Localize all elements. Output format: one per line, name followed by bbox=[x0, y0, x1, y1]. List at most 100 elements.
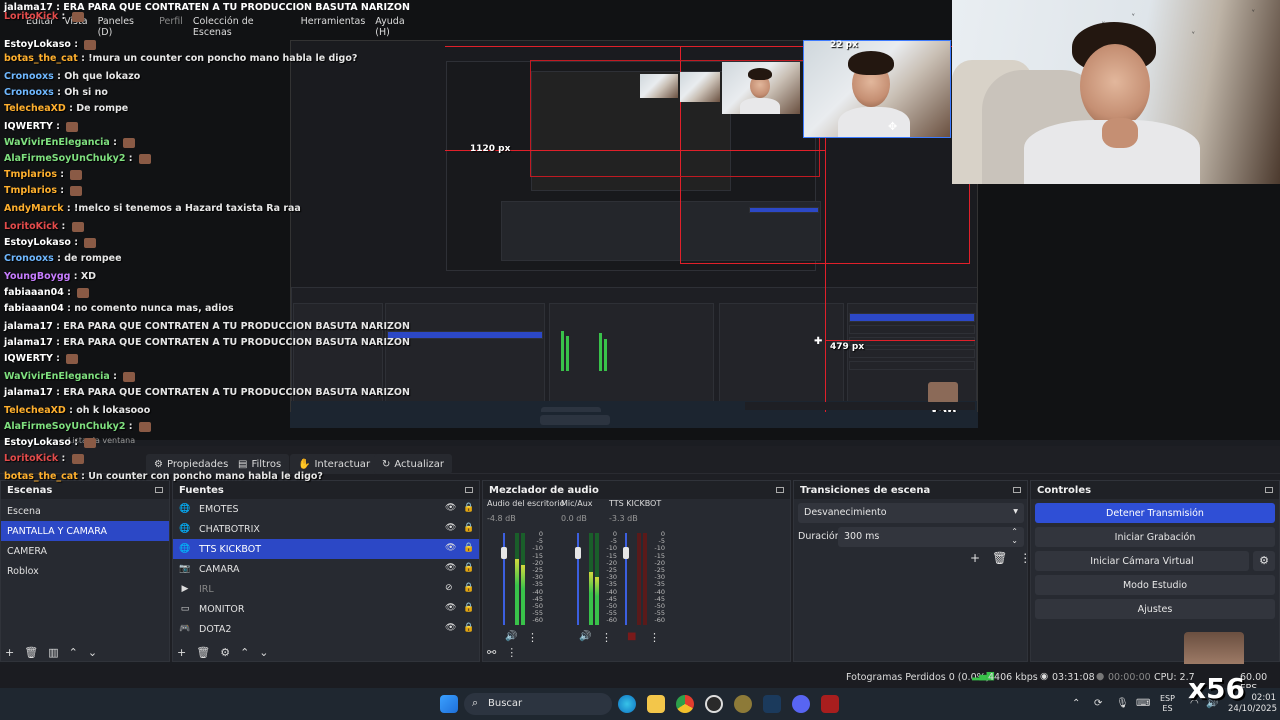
chat-message: TelecheaXD : oh k lokasooo bbox=[4, 404, 150, 418]
source-item[interactable]: 🎮 DOTA2 👁 🔒 bbox=[173, 619, 479, 639]
chat-separator: : bbox=[70, 271, 81, 282]
emote-icon bbox=[138, 153, 151, 164]
lock-icon[interactable]: 🔒 bbox=[463, 623, 474, 633]
chat-text: ERA PARA QUE CONTRATEN A TU PRODUCCION B… bbox=[63, 387, 410, 398]
start-recording-button[interactable]: Iniciar Grabación bbox=[1035, 527, 1275, 547]
chat-separator: : bbox=[52, 353, 64, 364]
source-item[interactable]: ▭ MONITOR 👁 🔒 bbox=[173, 599, 479, 619]
scenes-list: Escena PANTALLA Y CAMARA CAMERA Roblox bbox=[1, 499, 169, 581]
lock-icon[interactable]: 🔒 bbox=[463, 503, 474, 513]
volume-icon[interactable]: 🔊 bbox=[579, 631, 591, 642]
filter-icon[interactable]: ▥ bbox=[48, 646, 58, 659]
fader-knob[interactable] bbox=[575, 547, 581, 559]
eye-icon[interactable]: 👁 bbox=[445, 563, 456, 573]
stop-stream-button[interactable]: Detener Transmisión bbox=[1035, 503, 1275, 523]
add-icon[interactable]: + bbox=[970, 551, 980, 565]
trash-icon[interactable]: 🗑 bbox=[992, 551, 1007, 565]
dock-float-icon[interactable] bbox=[465, 487, 473, 493]
fader-knob[interactable] bbox=[501, 547, 507, 559]
camera-icon: 📷 bbox=[179, 564, 191, 574]
edge-icon[interactable] bbox=[618, 695, 636, 713]
trash-icon[interactable]: 🗑 bbox=[196, 646, 210, 659]
chevron-down-icon[interactable]: ⌄ bbox=[259, 646, 268, 659]
lock-icon[interactable]: 🔒 bbox=[463, 563, 474, 573]
chevron-up-icon[interactable]: ⌃ bbox=[69, 646, 78, 659]
chat-message: botas_the_cat : Un counter con poncho ma… bbox=[4, 470, 323, 484]
source-item[interactable]: 🌐 EMOTES 👁 🔒 bbox=[173, 499, 479, 519]
transform-cursor-icon: ✥ bbox=[888, 120, 898, 133]
eye-icon[interactable]: 👁 bbox=[445, 603, 456, 613]
bitrate: 4406 kbps bbox=[988, 672, 1038, 683]
eye-icon[interactable]: 👁 bbox=[445, 503, 456, 513]
lock-icon[interactable]: 🔒 bbox=[463, 603, 474, 613]
emote-icon bbox=[123, 371, 136, 382]
eye-icon[interactable]: 👁 bbox=[445, 623, 456, 633]
chevron-up-icon[interactable]: ⌃ bbox=[240, 646, 249, 659]
chat-username: Tmplarios bbox=[4, 169, 57, 180]
taskbar-search[interactable]: ⌕ Buscar bbox=[464, 693, 612, 715]
dock-float-icon[interactable] bbox=[1013, 487, 1021, 493]
settings-button[interactable]: Ajustes bbox=[1035, 599, 1275, 619]
eye-icon[interactable]: 👁 bbox=[445, 543, 456, 553]
chat-separator: : bbox=[63, 287, 75, 298]
more-vert-icon[interactable]: ⋮ bbox=[649, 631, 660, 644]
mixer-channel: TTS KICKBOT -3.3 dB 0 -5 -10 -15 -20 -25 -30 -35-… bbox=[609, 499, 669, 649]
duration-spinbox[interactable]: 300 ms ⌃ ⌄ bbox=[838, 527, 1024, 547]
more-vert-icon[interactable]: ⋮ bbox=[506, 646, 517, 659]
source-item[interactable]: 🌐 TTS KICKBOT 👁 🔒 bbox=[173, 539, 479, 559]
dock-float-icon[interactable] bbox=[776, 487, 784, 493]
chat-message: LoritoKick : bbox=[4, 220, 84, 234]
windows-start-icon[interactable] bbox=[440, 695, 458, 713]
webcam-selected-source[interactable] bbox=[803, 40, 951, 138]
more-vert-icon[interactable]: ⋮ bbox=[527, 631, 538, 644]
eye-icon[interactable]: 👁 bbox=[445, 523, 456, 533]
source-item[interactable]: 📷 CAMARA 👁 🔒 bbox=[173, 559, 479, 579]
dota-icon[interactable] bbox=[821, 695, 839, 713]
add-icon[interactable]: + bbox=[5, 646, 14, 659]
trash-icon[interactable]: 🗑 bbox=[24, 646, 38, 659]
obs-icon[interactable] bbox=[705, 695, 723, 713]
studio-mode-button[interactable]: Modo Estudio bbox=[1035, 575, 1275, 595]
emote-icon bbox=[70, 169, 83, 180]
lock-icon[interactable]: 🔒 bbox=[463, 583, 474, 593]
gear-icon[interactable]: ⚙ bbox=[220, 646, 230, 659]
add-icon[interactable]: + bbox=[177, 646, 186, 659]
chat-username: LoritoKick bbox=[4, 221, 59, 232]
fader-knob[interactable] bbox=[623, 547, 629, 559]
dropdown-arrow-icon: ▾ bbox=[1013, 506, 1018, 517]
gamepad-icon: 🎮 bbox=[179, 624, 191, 634]
source-item[interactable]: ▶ IRL ⊘ 🔒 bbox=[173, 579, 479, 599]
steam-icon[interactable] bbox=[763, 695, 781, 713]
scene-item[interactable]: CAMERA bbox=[1, 541, 169, 561]
lock-icon[interactable]: 🔒 bbox=[463, 543, 474, 553]
chevron-down-icon[interactable]: ⌄ bbox=[88, 646, 97, 659]
scene-item[interactable]: Escena bbox=[1, 501, 169, 521]
volume-icon[interactable]: 🔊 bbox=[505, 631, 517, 642]
menu-item-ayuda[interactable]: Ayuda (H) bbox=[375, 16, 420, 38]
sync-icon[interactable]: ⟳ bbox=[1094, 698, 1102, 709]
source-item[interactable]: 🌐 CHATBOTRIX 👁 🔒 bbox=[173, 519, 479, 539]
app-icon[interactable] bbox=[734, 695, 752, 713]
chrome-icon[interactable] bbox=[676, 695, 694, 713]
scene-item[interactable]: Roblox bbox=[1, 561, 169, 581]
transition-select[interactable]: Desvanecimiento ▾ bbox=[798, 503, 1024, 523]
chat-username: botas_the_cat bbox=[4, 471, 78, 482]
dock-float-icon[interactable] bbox=[1265, 487, 1273, 493]
scene-item[interactable]: PANTALLA Y CAMARA bbox=[1, 521, 169, 541]
language-indicator[interactable]: ESP ES bbox=[1160, 694, 1175, 714]
advanced-audio-icon[interactable]: ⚯ bbox=[487, 646, 496, 659]
chevron-up-icon[interactable]: ⌃ bbox=[1072, 698, 1080, 709]
mic-icon[interactable]: 🎙 bbox=[1116, 698, 1129, 709]
virtual-camera-settings-icon[interactable]: ⚙ bbox=[1253, 551, 1275, 571]
chat-message: IQWERTY : bbox=[4, 120, 79, 134]
eye-icon[interactable]: ⊘ bbox=[445, 583, 453, 593]
start-virtual-camera-button[interactable]: Iniciar Cámara Virtual bbox=[1035, 551, 1249, 571]
lock-icon[interactable]: 🔒 bbox=[463, 523, 474, 533]
file-explorer-icon[interactable] bbox=[647, 695, 665, 713]
px-label-left: 1120 px bbox=[470, 144, 511, 154]
level-meter bbox=[521, 533, 525, 625]
refresh-button[interactable]: ↻ Actualizar bbox=[374, 454, 452, 474]
discord-icon[interactable] bbox=[792, 695, 810, 713]
muted-icon[interactable]: ■ bbox=[627, 631, 636, 642]
keyboard-icon[interactable]: ⌨ bbox=[1136, 698, 1150, 709]
